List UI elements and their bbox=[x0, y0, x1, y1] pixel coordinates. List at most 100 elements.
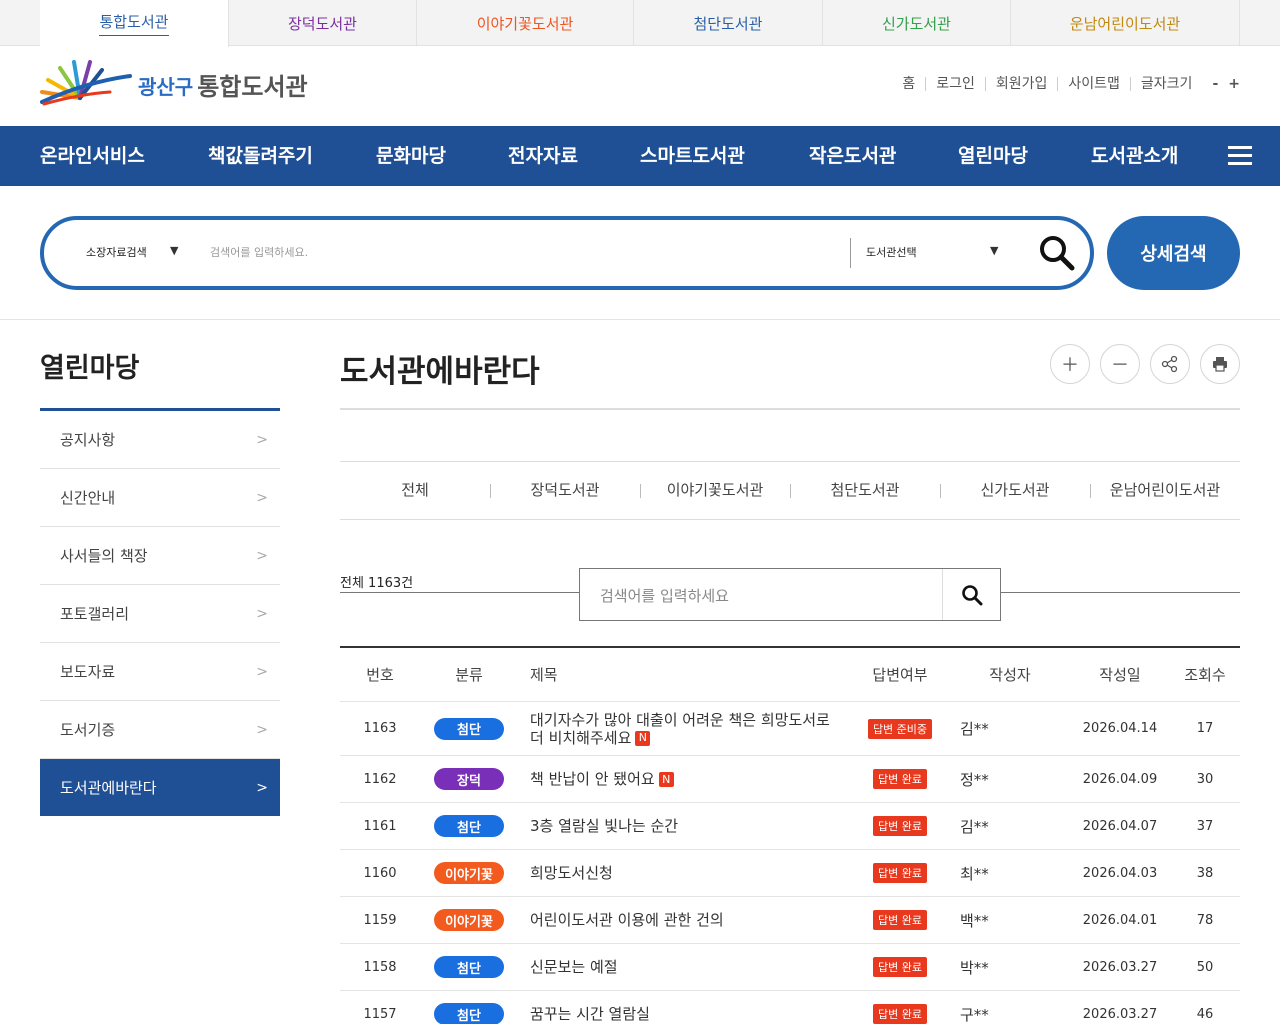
post-title-link[interactable]: 꿈꾸는 시간 열람실 bbox=[530, 1005, 650, 1023]
zoom-out-button[interactable]: － bbox=[1100, 344, 1140, 384]
row-date: 2026.04.03 bbox=[1082, 865, 1158, 881]
filter-jangdeok[interactable]: 장덕도서관 bbox=[490, 462, 640, 519]
nav-e-resources[interactable]: 전자자료 bbox=[508, 126, 578, 186]
table-row[interactable]: 1160 이야기꽃 희망도서신청 답변 완료 최** 2026.04.03 38 bbox=[340, 850, 1240, 897]
answer-status-badge: 답변 완료 bbox=[873, 910, 927, 930]
header-no: 번호 bbox=[366, 666, 394, 684]
post-title-link[interactable]: 어린이도서관 이용에 관한 건의 bbox=[530, 911, 724, 929]
row-writer: 박** bbox=[960, 944, 1060, 990]
nav-book-refund[interactable]: 책값돌려주기 bbox=[208, 126, 313, 186]
post-title-link[interactable]: 책 반납이 안 됐어요 N bbox=[530, 770, 674, 788]
library-tabs: 통합도서관 장덕도서관 이야기꽃도서관 첨단도서관 신가도서관 운남어린이도서관 bbox=[0, 0, 1280, 47]
row-title-cell: 3층 열람실 빛나는 순간 bbox=[530, 803, 830, 849]
header-writer: 작성자 bbox=[989, 666, 1031, 684]
category-badge: 장덕 bbox=[434, 768, 504, 790]
nav-smart-library[interactable]: 스마트도서관 bbox=[640, 126, 745, 186]
category-badge: 이야기꽃 bbox=[434, 909, 504, 931]
post-title-link[interactable]: 희망도서신청 bbox=[530, 864, 613, 882]
libtab-iyagikkot[interactable]: 이야기꽃도서관 bbox=[417, 0, 634, 46]
post-title-link[interactable]: 3층 열람실 빛나는 순간 bbox=[530, 817, 678, 835]
printer-icon bbox=[1213, 357, 1227, 372]
nav-culture[interactable]: 문화마당 bbox=[376, 126, 446, 186]
filter-cheomdan[interactable]: 첨단도서관 bbox=[790, 462, 940, 519]
side-item-librarian-shelf[interactable]: 사서들의 책장 > bbox=[40, 527, 280, 585]
board-search-button[interactable] bbox=[942, 569, 1000, 620]
libtab-label: 신가도서관 bbox=[881, 14, 951, 33]
post-title-text: 3층 열람실 빛나는 순간 bbox=[530, 817, 679, 835]
category-badge: 이야기꽃 bbox=[434, 862, 504, 884]
side-item-label: 도서관에바란다 bbox=[60, 779, 157, 797]
library-select[interactable]: 도서관선택 bbox=[866, 244, 917, 260]
row-no: 1162 bbox=[363, 771, 397, 787]
search-type-select[interactable]: 소장자료검색 bbox=[86, 244, 147, 260]
libtab-unnam[interactable]: 운남어린이도서관 bbox=[1011, 0, 1240, 46]
table-row[interactable]: 1158 첨단 신문보는 예절 답변 완료 박** 2026.03.27 50 bbox=[340, 944, 1240, 991]
detail-search-button[interactable]: 상세검색 bbox=[1107, 216, 1240, 290]
libtab-jangdeok[interactable]: 장덕도서관 bbox=[229, 0, 417, 46]
caret-down-icon[interactable]: ▼ bbox=[170, 244, 178, 257]
filter-unnam[interactable]: 운남어린이도서관 bbox=[1090, 462, 1240, 519]
answer-status-badge: 답변 완료 bbox=[873, 769, 927, 789]
post-title-link[interactable]: 대기자수가 많아 대출이 어려운 책은 희망도서로 더 비치해주세요 N bbox=[530, 711, 830, 747]
chevron-right-icon: > bbox=[256, 663, 268, 680]
row-writer: 김** bbox=[960, 803, 1060, 849]
all-menu-icon[interactable] bbox=[1228, 146, 1252, 166]
sitemap-link[interactable]: 사이트맵 bbox=[1057, 77, 1130, 91]
nav-online-service[interactable]: 온라인서비스 bbox=[40, 126, 145, 186]
side-item-label: 포토갤러리 bbox=[60, 605, 130, 623]
side-item-donation[interactable]: 도서기증 > bbox=[40, 701, 280, 759]
table-row[interactable]: 1159 이야기꽃 어린이도서관 이용에 관한 건의 답변 완료 백** 2026.04.… bbox=[340, 897, 1240, 944]
row-category: 첨단 bbox=[424, 803, 514, 849]
site-logo[interactable]: 광산구 통합도서관 bbox=[40, 58, 308, 106]
header-views: 조회수 bbox=[1184, 666, 1226, 684]
row-views: 78 bbox=[1196, 912, 1214, 928]
table-row[interactable]: 1163 첨단 대기자수가 많아 대출이 어려운 책은 희망도서로 더 비치해주세요… bbox=[340, 702, 1240, 756]
libtab-singa[interactable]: 신가도서관 bbox=[823, 0, 1011, 46]
libtab-cheomdan[interactable]: 첨단도서관 bbox=[634, 0, 823, 46]
filter-singa[interactable]: 신가도서관 bbox=[940, 462, 1090, 519]
side-item-notice[interactable]: 공지사항 > bbox=[40, 411, 280, 469]
writer-name: 김** bbox=[960, 720, 989, 738]
nav-open-forum[interactable]: 열린마당 bbox=[958, 126, 1028, 186]
writer-name: 구** bbox=[960, 1005, 989, 1024]
side-item-label: 신간안내 bbox=[60, 489, 116, 507]
font-size-minus-button[interactable]: - bbox=[1202, 76, 1218, 92]
join-link[interactable]: 회원가입 bbox=[984, 77, 1058, 91]
caret-down-icon[interactable]: ▼ bbox=[990, 244, 998, 257]
filter-iyagikkot[interactable]: 이야기꽃도서관 bbox=[640, 462, 790, 519]
table-row[interactable]: 1161 첨단 3층 열람실 빛나는 순간 답변 완료 김** 2026.04.07 37 bbox=[340, 803, 1240, 850]
row-no: 1163 bbox=[363, 721, 397, 736]
side-item-press[interactable]: 보도자료 > bbox=[40, 643, 280, 701]
libtab-label: 첨단도서관 bbox=[693, 14, 763, 33]
side-item-label: 보도자료 bbox=[60, 663, 116, 681]
table-row[interactable]: 1162 장덕 책 반납이 안 됐어요 N 답변 완료 정** 2026.04.09 30 bbox=[340, 756, 1240, 803]
row-title-cell: 희망도서신청 bbox=[530, 850, 830, 896]
zoom-in-button[interactable]: ＋ bbox=[1050, 344, 1090, 384]
post-title-text: 꿈꾸는 시간 열람실 bbox=[530, 1005, 650, 1023]
side-item-suggestions[interactable]: 도서관에바란다 > bbox=[40, 759, 280, 816]
chevron-right-icon: > bbox=[256, 547, 268, 564]
plus-icon: ＋ bbox=[1061, 355, 1079, 376]
new-badge: N bbox=[635, 730, 651, 746]
nav-small-library[interactable]: 작은도서관 bbox=[809, 126, 896, 186]
chevron-right-icon: > bbox=[256, 779, 268, 796]
libtab-integrated[interactable]: 통합도서관 bbox=[40, 0, 229, 47]
side-item-photo-gallery[interactable]: 포토갤러리 > bbox=[40, 585, 280, 643]
search-icon[interactable] bbox=[1038, 234, 1076, 272]
category-badge: 첨단 bbox=[434, 956, 504, 978]
login-link[interactable]: 로그인 bbox=[925, 77, 985, 91]
share-button[interactable] bbox=[1150, 344, 1190, 384]
print-button[interactable] bbox=[1200, 344, 1240, 384]
side-item-new-books[interactable]: 신간안내 > bbox=[40, 469, 280, 527]
post-title-link[interactable]: 신문보는 예절 bbox=[530, 958, 618, 976]
font-size-plus-button[interactable]: + bbox=[1218, 76, 1240, 92]
filter-all[interactable]: 전체 bbox=[340, 462, 490, 519]
table-row[interactable]: 1157 첨단 꿈꾸는 시간 열람실 답변 완료 구** 2026.03.27 46 bbox=[340, 991, 1240, 1024]
nav-about[interactable]: 도서관소개 bbox=[1091, 126, 1178, 186]
divider bbox=[850, 238, 851, 268]
search-input[interactable]: 검색어를 입력하세요. bbox=[210, 244, 308, 260]
board-search: 검색어를 입력하세요 bbox=[579, 568, 1001, 621]
home-link[interactable]: 홈 bbox=[892, 77, 925, 91]
board-search-input[interactable]: 검색어를 입력하세요 bbox=[600, 585, 729, 606]
libtab-label: 운남어린이도서관 bbox=[1069, 14, 1181, 33]
